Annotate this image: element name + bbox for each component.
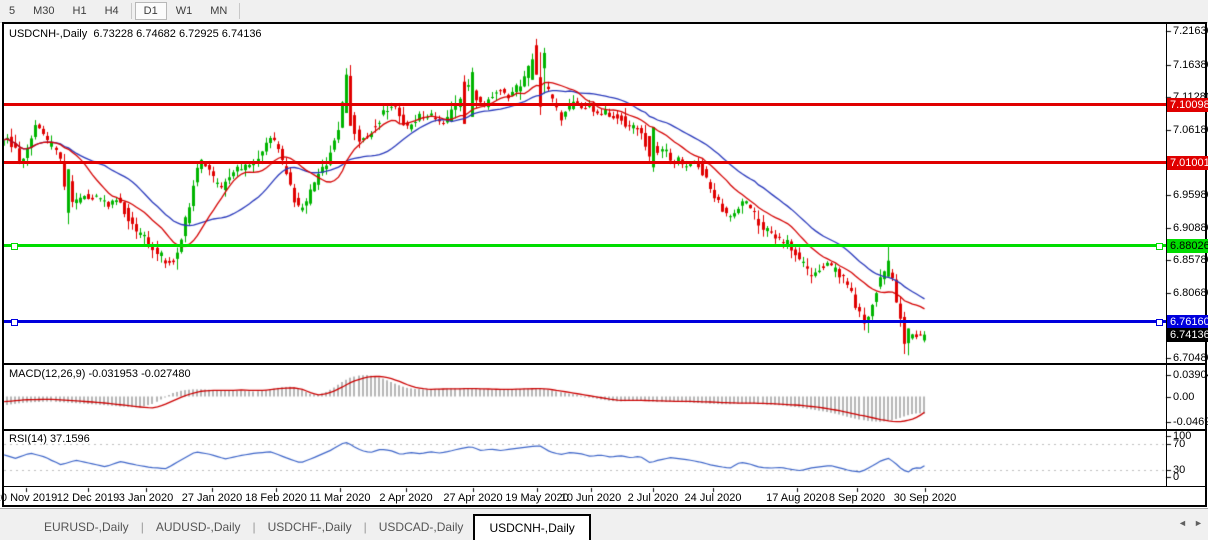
price-axis-tick: 7.21630 bbox=[1173, 25, 1208, 37]
resistance-line-upper[interactable] bbox=[4, 103, 1166, 106]
date-axis-label: 8 Sep 2020 bbox=[829, 492, 885, 504]
date-axis-label: 2 Apr 2020 bbox=[379, 492, 432, 504]
support-line-blue-badge: 6.76160 bbox=[1167, 315, 1208, 329]
support-line-blue[interactable] bbox=[4, 320, 1166, 323]
date-axis-separator bbox=[2, 486, 1206, 487]
date-axis-label: 12 Dec 2019 bbox=[57, 492, 119, 504]
date-axis-label: 27 Jan 2020 bbox=[182, 492, 243, 504]
chart-window-border-bottom bbox=[2, 505, 1207, 507]
chart-window-border-top bbox=[2, 22, 1206, 24]
price-axis-tick: 6.90880 bbox=[1173, 222, 1208, 234]
price-axis-tick: 6.80680 bbox=[1173, 287, 1208, 299]
date-axis-label: 11 Mar 2020 bbox=[310, 492, 371, 504]
resistance-line-lower[interactable] bbox=[4, 161, 1166, 164]
symbol-tabs: EURUSD-,Daily|AUDUSD-,Daily|USDCHF-,Dail… bbox=[34, 513, 591, 540]
date-axis-label: 3 Jan 2020 bbox=[119, 492, 173, 504]
tab-separator: | bbox=[139, 520, 146, 534]
tab-scroll-left-icon[interactable]: ◄ bbox=[1178, 518, 1187, 528]
tab-usdchf-daily[interactable]: USDCHF-,Daily bbox=[258, 516, 362, 538]
line-end-marker bbox=[11, 243, 18, 250]
resistance-line-upper-badge: 7.10098 bbox=[1167, 98, 1208, 112]
date-axis-label: 30 Sep 2020 bbox=[894, 492, 956, 504]
macd-label: MACD(12,26,9) -0.031953 -0.027480 bbox=[9, 368, 191, 380]
date-axis-label: 18 Feb 2020 bbox=[245, 492, 307, 504]
price-axis-tick: 6.95980 bbox=[1173, 189, 1208, 201]
rsi-axis-tick: 0 bbox=[1173, 471, 1179, 483]
tab-audusd-daily[interactable]: AUDUSD-,Daily bbox=[146, 516, 251, 538]
price-axis-tick: 7.16380 bbox=[1173, 59, 1208, 71]
price-axis-tick: 6.70480 bbox=[1173, 352, 1208, 364]
current-price-badge: 6.74136 bbox=[1167, 328, 1208, 342]
resistance-line-lower-badge: 7.01001 bbox=[1167, 156, 1208, 170]
date-axis-label: 24 Jul 2020 bbox=[685, 492, 742, 504]
date-axis-label: 27 Apr 2020 bbox=[443, 492, 502, 504]
tab-separator: | bbox=[362, 520, 369, 534]
line-end-marker bbox=[1156, 243, 1163, 250]
rsi-label: RSI(14) 37.1596 bbox=[9, 433, 90, 445]
chart-canvas[interactable] bbox=[0, 0, 1208, 540]
line-end-marker bbox=[11, 319, 18, 326]
chart-title: USDCNH-,Daily 6.73228 6.74682 6.72925 6.… bbox=[9, 28, 262, 40]
rsi-panel-separator[interactable] bbox=[2, 429, 1206, 431]
rsi-axis-tick: 70 bbox=[1173, 438, 1185, 450]
price-axis-tick: 6.85780 bbox=[1173, 254, 1208, 266]
macd-panel-separator[interactable] bbox=[2, 363, 1206, 365]
macd-axis-tick: 0.039044 bbox=[1173, 369, 1208, 381]
price-axis-tick: 7.06180 bbox=[1173, 124, 1208, 136]
tab-eurusd-daily[interactable]: EURUSD-,Daily bbox=[34, 516, 139, 538]
tab-usdcnh-daily[interactable]: USDCNH-,Daily bbox=[473, 514, 590, 540]
tab-usdcad-daily[interactable]: USDCAD-,Daily bbox=[369, 516, 474, 538]
macd-axis-tick: 0.00 bbox=[1173, 391, 1194, 403]
symbol-tab-bar: EURUSD-,Daily|AUDUSD-,Daily|USDCHF-,Dail… bbox=[0, 508, 1208, 540]
macd-axis-tick: -0.046959 bbox=[1173, 416, 1208, 428]
chart-window-border-left bbox=[2, 22, 4, 507]
date-axis-label: 10 Jun 2020 bbox=[561, 492, 622, 504]
date-axis-label: 19 May 2020 bbox=[505, 492, 569, 504]
date-axis-label: 2 Jul 2020 bbox=[628, 492, 679, 504]
support-line-green[interactable] bbox=[4, 244, 1166, 247]
tab-scroll-right-icon[interactable]: ► bbox=[1194, 518, 1203, 528]
price-axis-border bbox=[1166, 24, 1167, 486]
trading-terminal: 5M30H1H4D1W1MN USDCNH-,Daily 6.73228 6.7… bbox=[0, 0, 1208, 540]
date-axis-label: 20 Nov 2019 bbox=[0, 492, 57, 504]
tab-separator: | bbox=[251, 520, 258, 534]
line-end-marker bbox=[1156, 319, 1163, 326]
date-axis-label: 17 Aug 2020 bbox=[766, 492, 828, 504]
support-line-green-badge: 6.88026 bbox=[1167, 239, 1208, 253]
